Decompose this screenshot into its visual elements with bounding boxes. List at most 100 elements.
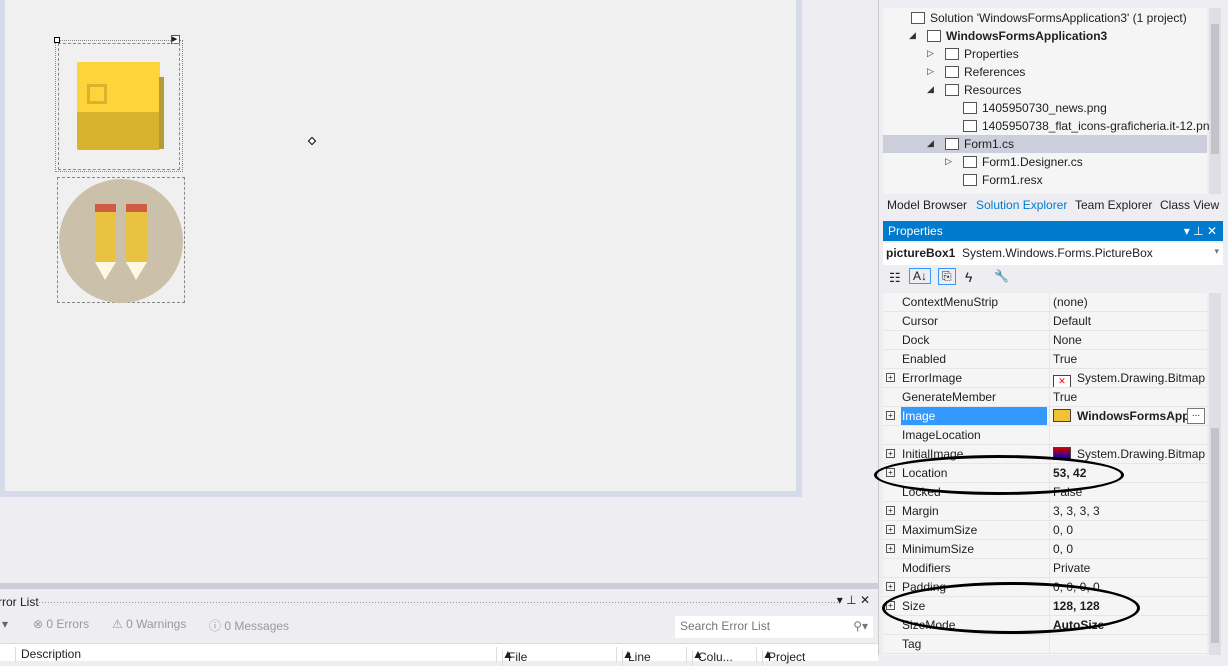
browse-button[interactable]: ... (1187, 408, 1205, 424)
property-row[interactable]: Cursor Default (883, 312, 1207, 331)
property-value[interactable]: 0, 0 (1049, 521, 1207, 539)
property-row[interactable]: + MinimumSize 0, 0 (883, 540, 1207, 559)
property-row[interactable]: SizeMode AutoSize (883, 616, 1207, 635)
property-row[interactable]: ContextMenuStrip (none) (883, 293, 1207, 312)
property-value[interactable]: 53, 42 (1049, 464, 1207, 482)
filter-dropdown[interactable]: ▾ (2, 617, 8, 631)
property-value[interactable] (1049, 635, 1207, 653)
property-value[interactable]: True (1049, 350, 1207, 368)
property-row[interactable]: Tag (883, 635, 1207, 654)
grid-scrollbar[interactable] (1209, 293, 1221, 655)
search-error-list-input[interactable]: Search Error List ⚲▾ (675, 616, 873, 638)
column-project[interactable]: Project ▲ (756, 647, 805, 666)
column-description[interactable]: Description (15, 647, 81, 663)
property-value[interactable]: 3, 3, 3, 3 (1049, 502, 1207, 520)
property-row[interactable]: + Margin 3, 3, 3, 3 (883, 502, 1207, 521)
search-placeholder: Search Error List (680, 619, 771, 633)
column-file[interactable]: File ▲ (496, 647, 527, 666)
property-row[interactable]: ImageLocation (883, 426, 1207, 445)
expand-icon[interactable]: + (886, 373, 895, 382)
property-row[interactable]: Locked False (883, 483, 1207, 502)
tree-scrollbar[interactable] (1209, 8, 1221, 194)
object-selector[interactable]: pictureBox1 System.Windows.Forms.Picture… (883, 243, 1223, 265)
form-surface[interactable]: ▶ (5, 0, 796, 491)
expand-icon[interactable]: + (886, 449, 895, 458)
pin-close-icons[interactable]: ▾ ⊥ ✕ (837, 593, 870, 607)
expand-icon[interactable]: + (886, 411, 895, 420)
property-value[interactable]: WindowsFormsAppli (1049, 407, 1207, 425)
events-icon[interactable]: ϟ (965, 269, 972, 285)
tool-window-tabs: Model Browser Solution Explorer Team Explo… (879, 195, 1228, 215)
tree-item[interactable]: Solution 'WindowsFormsApplication3' (1 p… (911, 9, 1187, 27)
tab-model-browser[interactable]: Model Browser (887, 198, 967, 212)
property-row[interactable]: + Padding 0, 0, 0, 0 (883, 578, 1207, 597)
property-value[interactable]: ✕ System.Drawing.Bitmap (1049, 369, 1207, 387)
property-value[interactable]: AutoSize (1049, 616, 1207, 634)
property-row[interactable]: + InitialImage System.Drawing.Bitmap (883, 445, 1207, 464)
tree-item[interactable]: WindowsFormsApplication3 (927, 27, 1107, 45)
expand-arrow-icon[interactable]: ▷ (945, 156, 952, 167)
property-row[interactable]: Dock None (883, 331, 1207, 350)
property-value[interactable]: False (1049, 483, 1207, 501)
tree-item[interactable]: Form1.cs (945, 135, 1014, 153)
property-value[interactable]: (none) (1049, 293, 1207, 311)
property-value-text: 0, 0 (1053, 542, 1074, 556)
expand-arrow-icon[interactable]: ◢ (927, 138, 934, 149)
search-icon[interactable]: ⚲▾ (853, 619, 868, 633)
column-line[interactable]: Line ▲ (616, 647, 651, 666)
property-row[interactable]: GenerateMember True (883, 388, 1207, 407)
property-row[interactable]: + Image WindowsFormsAppli... (883, 407, 1207, 426)
expand-icon[interactable]: + (886, 582, 895, 591)
errors-filter-button[interactable]: ⊗ 0 Errors (33, 617, 89, 631)
alphabetical-icon[interactable]: A↓ (909, 268, 932, 284)
property-value[interactable] (1049, 426, 1207, 444)
property-value[interactable]: System.Drawing.Bitmap (1049, 445, 1207, 463)
tab-class-view[interactable]: Class View (1160, 198, 1219, 212)
tree-item[interactable]: Resources (945, 81, 1021, 99)
expand-icon[interactable]: + (886, 544, 895, 553)
expand-arrow-icon[interactable]: ▷ (927, 48, 934, 59)
tab-team-explorer[interactable]: Team Explorer (1075, 198, 1152, 212)
property-value[interactable]: 0, 0 (1049, 540, 1207, 558)
column-column[interactable]: Colu... ▲ (686, 647, 733, 666)
property-value[interactable]: Default (1049, 312, 1207, 330)
expand-arrow-icon[interactable]: ▷ (927, 66, 934, 77)
tree-item[interactable]: Form1.resx (963, 171, 1043, 189)
pin-close-icons[interactable]: ▾ ⊥ ✕ (1184, 224, 1217, 238)
chevron-down-icon[interactable]: ▾ (1214, 246, 1219, 257)
tree-item[interactable]: 1405950738_flat_icons-graficheria.it-12.… (963, 117, 1216, 135)
expand-icon[interactable]: + (886, 601, 895, 610)
tree-item[interactable]: Properties (945, 45, 1019, 63)
properties-toolbar: ☷ A↓ ⎘ ϟ 🔧 (883, 267, 1223, 291)
expand-icon[interactable]: + (886, 468, 895, 477)
property-row[interactable]: Enabled True (883, 350, 1207, 369)
properties-icon[interactable]: ⎘ (938, 268, 956, 285)
expand-arrow-icon[interactable]: ◢ (909, 30, 916, 41)
property-value[interactable]: 128, 128 (1049, 597, 1207, 615)
property-row[interactable]: Modifiers Private (883, 559, 1207, 578)
tree-item[interactable]: References (945, 63, 1025, 81)
property-value-text: 53, 42 (1053, 466, 1087, 480)
picturebox2[interactable] (57, 177, 185, 303)
warnings-filter-button[interactable]: ⚠ 0 Warnings (112, 617, 186, 631)
resx-file-icon (963, 174, 977, 186)
picturebox1[interactable] (58, 43, 180, 170)
property-value[interactable]: True (1049, 388, 1207, 406)
property-value[interactable]: 0, 0, 0, 0 (1049, 578, 1207, 596)
expand-arrow-icon[interactable]: ◢ (927, 84, 934, 95)
property-row[interactable]: + Location 53, 42 (883, 464, 1207, 483)
tab-solution-explorer[interactable]: Solution Explorer (976, 198, 1067, 212)
tree-item[interactable]: 1405950730_news.png (963, 99, 1107, 117)
form-handle[interactable] (307, 136, 317, 146)
categorized-icon[interactable]: ☷ (889, 270, 901, 286)
property-row[interactable]: + Size 128, 128 (883, 597, 1207, 616)
property-row[interactable]: + ErrorImage ✕ System.Drawing.Bitmap (883, 369, 1207, 388)
expand-icon[interactable]: + (886, 506, 895, 515)
messages-filter-button[interactable]: ⓘ 0 Messages (209, 617, 289, 634)
tree-item[interactable]: Form1.Designer.cs (963, 153, 1083, 171)
property-value[interactable]: Private (1049, 559, 1207, 577)
property-name: InitialImage (902, 447, 964, 461)
property-value[interactable]: None (1049, 331, 1207, 349)
property-row[interactable]: + MaximumSize 0, 0 (883, 521, 1207, 540)
expand-icon[interactable]: + (886, 525, 895, 534)
